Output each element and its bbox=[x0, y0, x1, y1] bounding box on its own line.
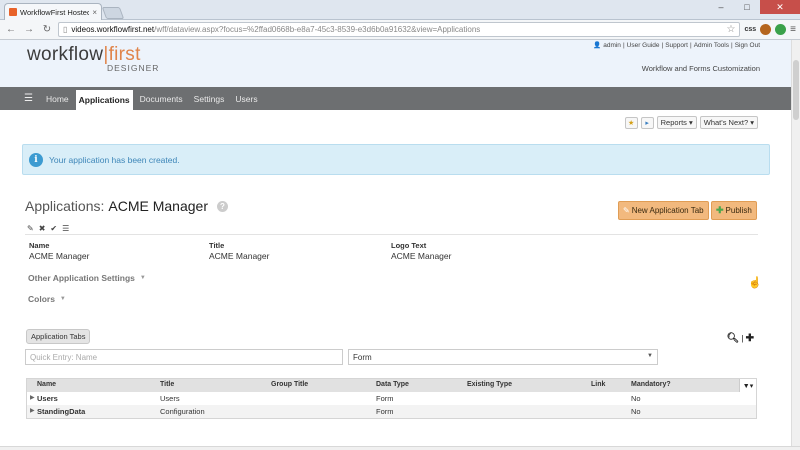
forward-icon[interactable]: → bbox=[22, 24, 36, 35]
application-tabs-label[interactable]: Application Tabs bbox=[26, 329, 91, 344]
back-icon[interactable]: ← bbox=[4, 24, 18, 35]
caret-down-icon: ▼ bbox=[139, 275, 146, 281]
add-icon[interactable]: ✚ bbox=[746, 333, 754, 344]
favorite-icon[interactable]: ★ bbox=[624, 116, 638, 129]
window-close-icon[interactable]: ✕ bbox=[760, 0, 800, 14]
maximize-icon[interactable]: □ bbox=[734, 0, 760, 14]
info-icon: i bbox=[29, 152, 43, 167]
browser-menu-icon[interactable]: ≡ bbox=[790, 24, 796, 35]
browser-tab[interactable]: WorkflowFirst Hosted De: × bbox=[4, 3, 102, 20]
publish-icon: ✚ bbox=[716, 205, 724, 215]
app-header: workflow|first DESIGNER 👤 admin | User G… bbox=[0, 40, 800, 87]
search-icon[interactable]: 🔍︎ bbox=[727, 333, 740, 344]
support-link[interactable]: Support bbox=[665, 42, 688, 49]
col-title[interactable]: Title bbox=[160, 381, 174, 388]
quick-entry-input[interactable]: Quick Entry: Name bbox=[25, 349, 343, 365]
col-link[interactable]: Link bbox=[591, 381, 605, 388]
new-tab-button[interactable] bbox=[101, 7, 125, 19]
logo-subtitle: DESIGNER bbox=[107, 63, 160, 73]
reload-icon[interactable]: ↻ bbox=[40, 24, 54, 35]
extension-icon[interactable] bbox=[760, 24, 772, 35]
record-tools: ✎ ✖ ✔ ☰ bbox=[27, 224, 69, 233]
edit-icon[interactable]: ✎ bbox=[27, 224, 34, 233]
nav-documents[interactable]: Documents bbox=[136, 87, 187, 110]
colors-toggle[interactable]: Colors ▼ bbox=[28, 294, 66, 304]
col-existing-type[interactable]: Existing Type bbox=[467, 381, 512, 388]
col-data-type[interactable]: Data Type bbox=[376, 381, 409, 388]
column-menu-icon[interactable]: ▼▾ bbox=[739, 379, 756, 392]
col-group-title[interactable]: Group Title bbox=[271, 381, 308, 388]
user-guide-link[interactable]: User Guide bbox=[627, 42, 660, 49]
type-select[interactable]: Form ▼ bbox=[348, 349, 658, 365]
user-icon: 👤 bbox=[593, 42, 602, 49]
check-icon[interactable]: ✔ bbox=[50, 224, 57, 233]
grid-tools: 🔍︎ | ✚ bbox=[726, 333, 754, 344]
browser-tab-title: WorkflowFirst Hosted De: bbox=[20, 7, 90, 17]
pencil-icon: ✎ bbox=[623, 206, 630, 215]
page-title-prefix: Applications: bbox=[25, 198, 105, 214]
action-toolbar: ★ ▸ Reports ▾ What's Next? ▾ bbox=[624, 116, 758, 129]
expand-icon[interactable]: ▶ bbox=[30, 394, 35, 401]
table-row[interactable]: ▶ Users Users Form No bbox=[27, 392, 756, 405]
field-title: Title ACME Manager bbox=[209, 241, 270, 261]
scrollbar-thumb[interactable] bbox=[793, 60, 799, 120]
table-header: Name Title Group Title Data Type Existin… bbox=[27, 379, 756, 392]
whats-next-dropdown[interactable]: What's Next? ▾ bbox=[699, 116, 758, 129]
close-tab-icon[interactable]: × bbox=[92, 8, 97, 17]
admin-tools-link[interactable]: Admin Tools bbox=[694, 42, 729, 49]
col-mandatory[interactable]: Mandatory? bbox=[631, 381, 671, 388]
table-row[interactable]: ▶ StandingData Configuration Form No bbox=[27, 405, 756, 418]
col-name[interactable]: Name bbox=[37, 381, 56, 388]
hamburger-menu-icon[interactable]: ☰ bbox=[24, 87, 33, 110]
application-tabs-table: Name Title Group Title Data Type Existin… bbox=[26, 378, 757, 419]
divider bbox=[25, 234, 758, 235]
play-icon[interactable]: ▸ bbox=[640, 116, 654, 129]
tagline: Workflow and Forms Customization bbox=[641, 64, 760, 73]
username: admin bbox=[603, 41, 621, 49]
page-scrollbar[interactable] bbox=[791, 40, 800, 446]
other-settings-toggle[interactable]: Other Application Settings ▼ bbox=[28, 273, 146, 283]
bookmark-star-icon[interactable]: ☆ bbox=[727, 24, 736, 35]
reports-dropdown[interactable]: Reports ▾ bbox=[656, 116, 697, 129]
css-extension-icon[interactable]: css bbox=[744, 26, 756, 33]
nav-applications[interactable]: Applications bbox=[75, 90, 133, 110]
field-name: Name ACME Manager bbox=[29, 241, 90, 261]
minimize-icon[interactable]: – bbox=[708, 0, 734, 14]
expand-icon[interactable]: ▶ bbox=[30, 407, 35, 414]
record-fields: Name ACME Manager Title ACME Manager Log… bbox=[29, 241, 529, 263]
nav-users[interactable]: Users bbox=[231, 87, 261, 110]
sign-out-link[interactable]: Sign Out bbox=[735, 42, 760, 49]
page-title: Applications: ACME Manager ? bbox=[25, 198, 228, 214]
chevron-down-icon: ▼ bbox=[647, 353, 653, 359]
nav-settings[interactable]: Settings bbox=[190, 87, 229, 110]
page-icon: ▯ bbox=[63, 25, 68, 34]
favicon-icon bbox=[9, 8, 17, 16]
delete-icon[interactable]: ✖ bbox=[39, 224, 46, 233]
user-links: 👤 admin | User Guide | Support | Admin T… bbox=[593, 41, 760, 50]
nav-home[interactable]: Home bbox=[42, 87, 73, 110]
address-bar[interactable]: ▯ videos.workflowfirst.net/wff/dataview.… bbox=[58, 22, 741, 37]
field-logo-text: Logo Text ACME Manager bbox=[391, 241, 452, 261]
logo[interactable]: workflow|first DESIGNER bbox=[27, 44, 159, 73]
caret-down-icon: ▼ bbox=[59, 296, 66, 302]
url-text: videos.workflowfirst.net/wff/dataview.as… bbox=[71, 25, 481, 34]
browser-toolbar: ← → ↻ ▯ videos.workflowfirst.net/wff/dat… bbox=[0, 20, 800, 40]
list-icon[interactable]: ☰ bbox=[62, 224, 69, 233]
page-title-name: ACME Manager bbox=[108, 198, 208, 214]
alert-message: Your application has been created. bbox=[49, 154, 180, 165]
bottom-border bbox=[0, 446, 800, 450]
help-icon[interactable]: ? bbox=[216, 200, 228, 212]
extension-green-icon[interactable] bbox=[775, 24, 787, 35]
main-nav: ☰ Home Applications Documents Settings U… bbox=[0, 87, 800, 110]
hand-cursor-icon: ☝ bbox=[748, 277, 762, 289]
publish-button[interactable]: ✚ Publish bbox=[711, 201, 757, 220]
window-controls: – □ ✕ bbox=[708, 0, 800, 14]
new-application-tab-button[interactable]: ✎ New Application Tab bbox=[618, 201, 709, 220]
info-alert: i Your application has been created. bbox=[22, 144, 770, 175]
browser-tabstrip: WorkflowFirst Hosted De: × – □ ✕ bbox=[0, 0, 800, 20]
